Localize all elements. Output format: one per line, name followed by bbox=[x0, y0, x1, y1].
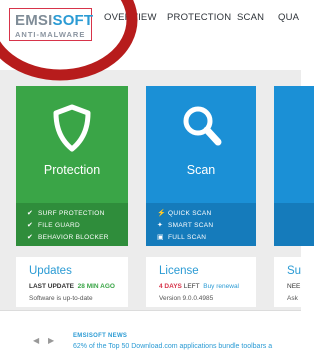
feature-surf-protection: ✔ SURF PROTECTION bbox=[27, 210, 105, 217]
checkmark-icon: ✔ bbox=[27, 210, 34, 217]
logo-subtitle: ANTI-MALWARE bbox=[15, 30, 86, 39]
shield-icon bbox=[53, 104, 91, 152]
support-card[interactable]: Su NEE Ask bbox=[274, 257, 314, 307]
quick-scan-link[interactable]: ⚡ QUICK SCAN bbox=[157, 209, 211, 217]
emsisoft-logo: EMSISOFT ANTI-MALWARE bbox=[9, 8, 93, 41]
lightning-icon: ⚡ bbox=[157, 210, 167, 217]
emsisoft-overview-page: EMSISOFT ANTI-MALWARE OVERVIEW PROTECTIO… bbox=[0, 0, 314, 357]
bulb-icon: ✦ bbox=[157, 222, 164, 229]
protection-feature-list: ✔ SURF PROTECTION ✔ FILE GUARD ✔ BEHAVIOR B… bbox=[16, 203, 128, 246]
protection-tile[interactable]: Protection ✔ SURF PROTECTION ✔ FILE GUARD … bbox=[16, 86, 128, 246]
news-text-link[interactable]: 62% of the Top 50 Download.com applicati… bbox=[73, 343, 272, 350]
support-title: Su bbox=[287, 265, 302, 277]
nav-protection[interactable]: PROTECTION bbox=[167, 12, 231, 23]
logo-brand-main: EMSI bbox=[15, 12, 53, 29]
support-line1: NEE bbox=[287, 283, 301, 290]
third-tile-list bbox=[274, 203, 314, 246]
scan-action-list: ⚡ QUICK SCAN ✦ SMART SCAN ▣ FULL SCAN bbox=[146, 203, 256, 246]
last-update-line: LAST UPDATE 28 MIN AGO bbox=[29, 283, 115, 290]
smart-scan-link[interactable]: ✦ SMART SCAN bbox=[157, 221, 213, 229]
days-left-line: 4 DAYS LEFT Buy renewal bbox=[159, 283, 240, 290]
buy-renewal-link[interactable]: Buy renewal bbox=[203, 283, 239, 290]
news-prev-arrow-icon[interactable]: ◀ bbox=[33, 336, 39, 345]
license-card[interactable]: License 4 DAYS LEFT Buy renewal Version … bbox=[146, 257, 256, 307]
divider bbox=[0, 310, 301, 311]
news-heading: EMSISOFT NEWS bbox=[73, 333, 128, 339]
nav-scan[interactable]: SCAN bbox=[237, 12, 264, 23]
feature-file-guard: ✔ FILE GUARD bbox=[27, 222, 81, 229]
checkmark-icon: ✔ bbox=[27, 234, 34, 241]
version-text: Version 9.0.0.4985 bbox=[159, 295, 214, 302]
checkmark-icon: ✔ bbox=[27, 222, 34, 229]
feature-behavior-blocker: ✔ BEHAVIOR BLOCKER bbox=[27, 234, 109, 241]
nav-quarantine[interactable]: QUA bbox=[278, 12, 299, 23]
header: EMSISOFT ANTI-MALWARE OVERVIEW PROTECTIO… bbox=[0, 0, 301, 52]
nav-overview[interactable]: OVERVIEW bbox=[104, 12, 157, 23]
news-next-arrow-icon[interactable]: ▶ bbox=[48, 336, 54, 345]
logo-brand: EMSISOFT bbox=[15, 12, 93, 29]
updates-card[interactable]: Updates LAST UPDATE 28 MIN AGO Software … bbox=[16, 257, 128, 307]
magnifier-icon bbox=[183, 106, 222, 146]
updates-title: Updates bbox=[29, 265, 72, 277]
logo-brand-accent: SOFT bbox=[52, 12, 94, 29]
scan-title: Scan bbox=[186, 163, 216, 177]
third-tile[interactable] bbox=[274, 86, 314, 246]
support-line2: Ask bbox=[287, 295, 298, 302]
license-title: License bbox=[159, 265, 199, 277]
scan-tile[interactable]: Scan ⚡ QUICK SCAN ✦ SMART SCAN ▣ FULL SCAN bbox=[146, 86, 256, 246]
full-scan-link[interactable]: ▣ FULL SCAN bbox=[157, 233, 206, 241]
update-status: Software is up-to-date bbox=[29, 295, 93, 302]
protection-title: Protection bbox=[43, 163, 101, 177]
drive-icon: ▣ bbox=[157, 234, 164, 241]
